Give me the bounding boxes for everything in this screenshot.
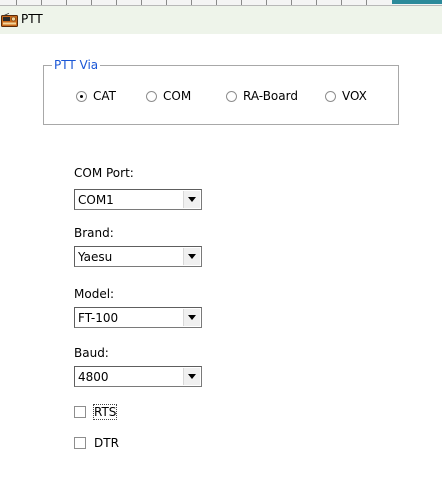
ruler-tick — [216, 0, 217, 5]
radio-vox-label: VOX — [342, 89, 367, 103]
baud-value: 4800 — [78, 370, 109, 384]
ruler-accent — [392, 0, 442, 4]
dtr-checkbox-box[interactable] — [74, 437, 86, 449]
ruler-tick — [91, 0, 92, 5]
com-port-label: COM Port: — [74, 166, 134, 180]
radio-ra-board[interactable]: RA-Board — [226, 89, 298, 103]
window-title: PTT — [21, 12, 43, 26]
model-select[interactable]: FT-100 — [74, 307, 202, 328]
rts-checkbox[interactable]: RTS — [74, 404, 118, 420]
ruler-tick — [341, 0, 342, 5]
radio-com[interactable]: COM — [146, 89, 191, 103]
radio-cat-label: CAT — [93, 89, 116, 103]
ruler-tick — [116, 0, 117, 5]
radio-com-label: COM — [163, 89, 192, 103]
rts-checkbox-box[interactable] — [74, 406, 86, 418]
ruler-tick — [16, 0, 17, 5]
radio-ra-board-indicator[interactable] — [226, 90, 237, 102]
ruler-tick — [366, 0, 367, 5]
ruler-tick — [166, 0, 167, 5]
radio-ra-board-label: RA-Board — [243, 89, 298, 103]
ruler-tick — [241, 0, 242, 5]
ruler-tick — [66, 0, 67, 5]
com-port-value: COM1 — [78, 193, 114, 207]
radio-icon — [1, 12, 18, 27]
ruler-tick — [191, 0, 192, 5]
brand-label: Brand: — [74, 226, 114, 240]
chevron-down-icon[interactable] — [183, 248, 200, 265]
baud-select[interactable]: 4800 — [74, 366, 202, 387]
chevron-down-icon[interactable] — [183, 309, 200, 326]
chevron-down-icon[interactable] — [183, 368, 200, 385]
chevron-down-icon[interactable] — [183, 191, 200, 208]
radio-cat-indicator[interactable] — [76, 90, 87, 102]
model-label: Model: — [74, 287, 115, 301]
baud-label: Baud: — [74, 346, 109, 360]
ruler-tick — [266, 0, 267, 5]
radio-vox[interactable]: VOX — [325, 89, 367, 103]
brand-value: Yaesu — [78, 250, 113, 264]
ruler-tick — [316, 0, 317, 5]
radio-vox-indicator[interactable] — [325, 90, 336, 102]
dtr-checkbox[interactable]: DTR — [74, 436, 119, 450]
ruler-tick — [41, 0, 42, 5]
ruler-tick — [291, 0, 292, 5]
window-titlebar: PTT — [0, 6, 442, 34]
ruler-tick — [141, 0, 142, 5]
brand-select[interactable]: Yaesu — [74, 246, 202, 267]
com-port-select[interactable]: COM1 — [74, 189, 202, 210]
dtr-label: DTR — [94, 436, 119, 450]
radio-com-indicator[interactable] — [146, 90, 157, 102]
radio-cat[interactable]: CAT — [76, 89, 116, 103]
ptt-via-legend: PTT Via — [54, 58, 99, 72]
rts-label: RTS — [92, 404, 118, 420]
model-value: FT-100 — [78, 311, 119, 325]
